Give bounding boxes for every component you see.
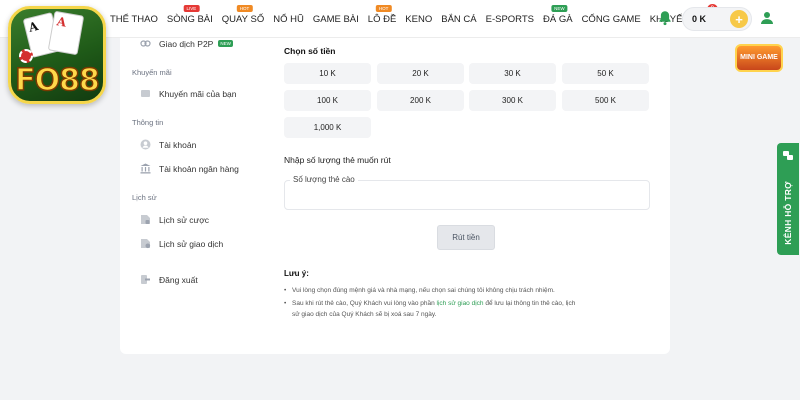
- nav-item-no-hu[interactable]: NỔ HŨ: [273, 14, 304, 25]
- sidebar-item-my-promo[interactable]: Khuyến mãi của bạn: [140, 88, 237, 99]
- section-title-history: Lịch sử: [132, 193, 157, 202]
- nav-item-song-bai[interactable]: LIVE SÒNG BÀI: [166, 4, 213, 25]
- transaction-history-link[interactable]: lịch sử giao dịch: [437, 300, 484, 307]
- hot-badge: HOT: [375, 4, 392, 12]
- nav-label: NỔ HŨ: [273, 13, 304, 25]
- section-title-promo: Khuyến mãi: [132, 68, 172, 77]
- person-icon: [140, 139, 151, 150]
- nav-label: KENO: [405, 13, 433, 25]
- sidebar-item-label: Tài khoản ngân hàng: [159, 163, 239, 174]
- chat-icon: [783, 151, 793, 160]
- amount-option-button[interactable]: 200 K: [377, 90, 464, 111]
- sidebar-item-bank-account[interactable]: Tài khoản ngân hàng: [140, 163, 239, 174]
- note-item: • Vui lòng chọn đúng mệnh giá và nhà mạng…: [284, 287, 555, 294]
- mini-game-button[interactable]: MINI GAME: [735, 44, 783, 72]
- amount-option-button[interactable]: 500 K: [562, 90, 649, 111]
- top-navigation-bar: THỂ THAO LIVE SÒNG BÀI HOT QUAY SỐ NỔ HŨ G…: [0, 0, 800, 38]
- new-badge: NEW: [551, 4, 568, 12]
- new-badge: NEW: [218, 40, 233, 47]
- nav-label: SÒNG BÀI: [166, 13, 213, 25]
- promo-icon: [140, 88, 151, 99]
- ace-heart-card: A: [47, 10, 85, 56]
- nav-item-cong-game[interactable]: CỔNG GAME: [582, 14, 641, 25]
- bank-icon: [140, 163, 151, 174]
- transaction-history-icon: [140, 238, 151, 249]
- support-label: KÊNH HỖ TRỢ: [783, 181, 793, 245]
- amount-option-button[interactable]: 100 K: [284, 90, 371, 111]
- card-quantity-input[interactable]: [285, 181, 649, 209]
- nav-item-the-thao[interactable]: THỂ THAO: [110, 14, 158, 25]
- logout-label: Đăng xuất: [159, 274, 198, 285]
- note-text: Vui lòng chọn đúng mệnh giá và nhà mạng,…: [292, 287, 555, 294]
- nav-label: E-SPORTS: [485, 13, 534, 25]
- nav-label: LÔ ĐỀ: [367, 13, 397, 25]
- note-title: Lưu ý:: [284, 269, 309, 278]
- sidebar-item-label: Giao dịch P2P: [159, 38, 214, 49]
- note-text: Sau khi rút thẻ cào, Quý Khách vui lòng …: [292, 300, 437, 307]
- logo-text: FO88: [14, 62, 100, 99]
- sidebar-item-account[interactable]: Tài khoản: [140, 139, 196, 150]
- logout-button[interactable]: Đăng xuất: [140, 274, 198, 285]
- sidebar-item-label: Lịch sử giao dịch: [159, 238, 224, 249]
- nav-item-game-bai[interactable]: GAME BÀI: [313, 14, 359, 25]
- nav-item-quay-so[interactable]: HOT QUAY SỐ: [221, 4, 265, 25]
- card-quantity-floating-label: Số lượng thẻ cào: [290, 175, 358, 184]
- nav-label: GAME BÀI: [312, 13, 359, 25]
- hot-badge: HOT: [236, 4, 253, 12]
- note-text: để lưu lại thông tin thẻ cào, lịch: [483, 300, 576, 307]
- sidebar-item-bet-history[interactable]: Lịch sử cược: [140, 214, 209, 225]
- deposit-plus-button[interactable]: +: [730, 10, 748, 28]
- account-sidebar: Giao dịch P2P NEW Khuyến mãi Khuyến mãi …: [120, 38, 265, 354]
- amount-option-button[interactable]: 50 K: [562, 63, 649, 84]
- nav-label: BẮN CÁ: [441, 13, 477, 25]
- nav-item-da-ga[interactable]: NEW ĐÁ GÀ: [543, 4, 573, 25]
- sidebar-item-label: Khuyến mãi của bạn: [159, 88, 237, 99]
- note-item-continued: sử giao dịch của Quý Khách sẽ bị xoá sau…: [292, 311, 437, 318]
- bet-history-icon: [140, 214, 151, 225]
- poker-chip-icon: [19, 49, 33, 63]
- nav-label: QUAY SỐ: [221, 13, 265, 25]
- nav-label: ĐÁ GÀ: [543, 13, 573, 25]
- logout-icon: [140, 274, 151, 285]
- nav-item-e-sports[interactable]: E-SPORTS: [486, 14, 534, 25]
- withdraw-content: Chọn số tiền 10 K 20 K 30 K 50 K 100 K 2…: [284, 38, 650, 354]
- nav-label: THỂ THAO: [110, 13, 158, 25]
- amount-option-button[interactable]: 10 K: [284, 63, 371, 84]
- amount-option-button[interactable]: 30 K: [469, 63, 556, 84]
- section-title-info: Thông tin: [132, 118, 164, 127]
- nav-label: CỔNG GAME: [581, 13, 641, 25]
- sidebar-item-p2p[interactable]: Giao dịch P2P NEW: [140, 38, 233, 49]
- amount-option-button[interactable]: 300 K: [469, 90, 556, 111]
- bell-icon[interactable]: [656, 9, 674, 27]
- nav-item-keno[interactable]: KENO: [405, 14, 432, 25]
- fo88-logo[interactable]: A A FO88: [8, 6, 106, 104]
- support-channel-tab[interactable]: KÊNH HỖ TRỢ: [777, 143, 799, 255]
- note-item: • Sau khi rút thẻ cào, Quý Khách vui lòng…: [284, 300, 576, 307]
- sidebar-item-label: Tài khoản: [159, 139, 197, 150]
- amount-option-button[interactable]: 1,000 K: [284, 117, 371, 138]
- nav-item-lo-de[interactable]: HOT LÔ ĐỀ: [367, 4, 397, 25]
- choose-amount-label: Chọn số tiền: [284, 46, 336, 56]
- card-quantity-field[interactable]: [284, 180, 650, 210]
- sidebar-item-transaction-history[interactable]: Lịch sử giao dịch: [140, 238, 223, 249]
- amount-option-button[interactable]: 20 K: [377, 63, 464, 84]
- withdraw-card-panel: Giao dịch P2P NEW Khuyến mãi Khuyến mãi …: [120, 38, 670, 354]
- nav-item-ban-ca[interactable]: BẮN CÁ: [441, 14, 476, 25]
- balance-value: 0 K: [692, 14, 707, 24]
- balance-display[interactable]: 0 K +: [682, 7, 752, 31]
- p2p-icon: [140, 38, 151, 49]
- live-badge: LIVE: [183, 4, 200, 12]
- user-icon[interactable]: [758, 9, 776, 27]
- sidebar-item-label: Lịch sử cược: [159, 214, 210, 225]
- main-nav: THỂ THAO LIVE SÒNG BÀI HOT QUAY SỐ NỔ HŨ G…: [110, 0, 718, 38]
- quantity-label: Nhập số lượng thẻ muốn rút: [284, 155, 391, 165]
- withdraw-button[interactable]: Rút tiền: [437, 225, 495, 250]
